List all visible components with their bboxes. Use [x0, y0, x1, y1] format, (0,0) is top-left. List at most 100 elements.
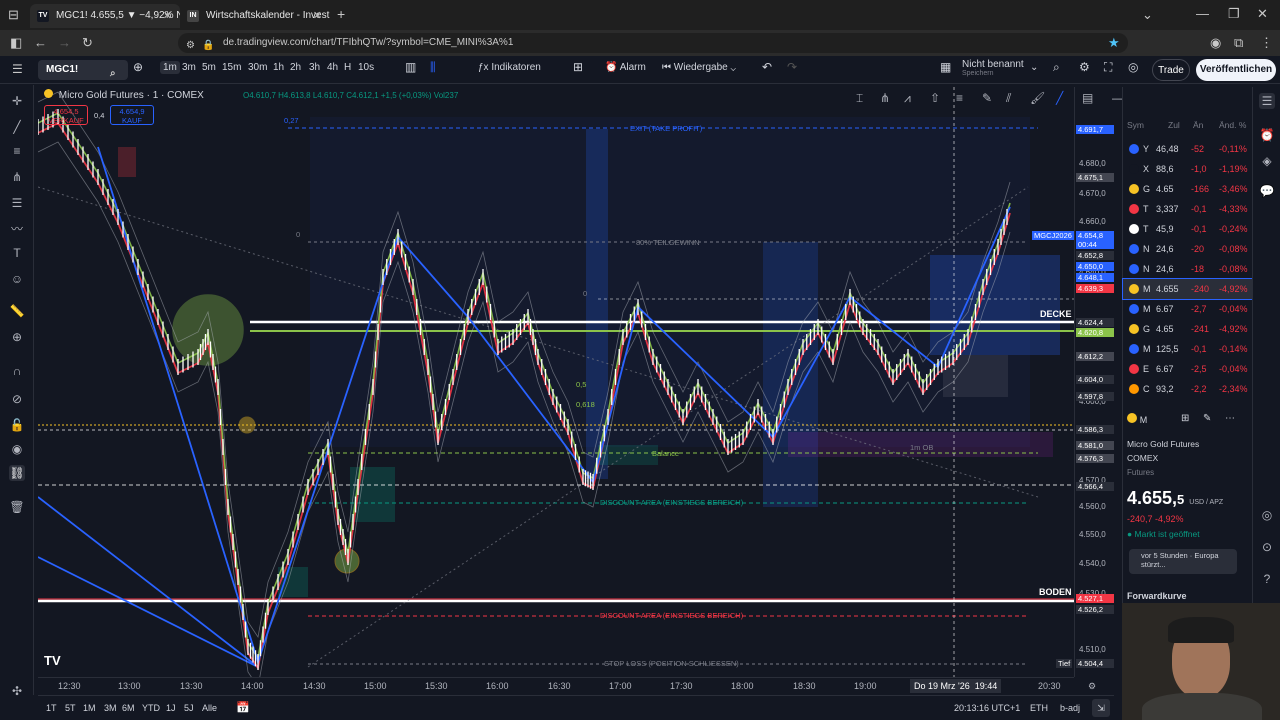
pattern-icon[interactable]: 〰 [9, 221, 25, 237]
channel-icon[interactable]: ⫽ [1006, 91, 1011, 106]
watchlist-icon[interactable]: ☰ [1259, 93, 1275, 109]
column-change[interactable]: Än [1193, 120, 1203, 130]
layout-name[interactable]: Nicht benannt Speichern [962, 59, 1024, 77]
watchlist-row[interactable]: E 6.67 -2,5 -0,04% [1123, 359, 1253, 379]
layers-icon[interactable]: ◈ [1259, 153, 1275, 169]
back-icon[interactable]: ← [34, 35, 47, 50]
settings-gear-icon[interactable]: ⚙ [1079, 60, 1090, 74]
range-button-7[interactable]: 5J [184, 703, 194, 713]
watchlist-row[interactable]: T 3,337 -0,1 -4,33% [1123, 199, 1253, 219]
line-tool-icon[interactable]: ╱ [1056, 91, 1063, 105]
undo-icon[interactable]: ↶ [762, 60, 772, 74]
grid-icon[interactable]: ⊞ [1181, 413, 1189, 424]
layout-grid-icon[interactable]: ▦ [940, 60, 951, 74]
alarm-button[interactable]: ⏰ Alarm [605, 62, 646, 73]
new-tab-button[interactable]: + [337, 6, 345, 22]
close-tab-icon[interactable]: ✕ [313, 4, 322, 28]
fork-icon[interactable]: ⋔ [880, 91, 890, 105]
trash-icon[interactable]: 🗑 [9, 499, 25, 515]
column-change-pct[interactable]: Änd. % [1219, 120, 1246, 130]
url-field[interactable]: ⚙ 🔒 de.tradingview.com/chart/TFIbhQTw/?s… [178, 33, 1128, 53]
watchlist-row[interactable]: M 125,5 -0,1 -0,14% [1123, 339, 1253, 359]
fib-icon[interactable]: ☰ [9, 195, 25, 211]
reload-icon[interactable]: ↻ [82, 35, 93, 51]
interval-1[interactable]: 3m [182, 62, 196, 73]
profile-icon[interactable]: ◉ [1210, 35, 1221, 51]
chevron-down-icon[interactable]: ⌄ [1142, 7, 1153, 23]
range-button-5[interactable]: YTD [142, 703, 160, 713]
watchlist-row[interactable]: C 93,2 -2,2 -2,34% [1123, 379, 1253, 399]
interval-10[interactable]: 10s [358, 62, 374, 73]
fullscreen-icon[interactable]: ⛶ [1104, 60, 1112, 75]
chart-legend[interactable]: Micro Gold Futures · 1 · COMEX [44, 89, 204, 101]
tv-menu-icon[interactable]: ☰ [12, 62, 23, 76]
zoom-icon[interactable]: ⊕ [9, 329, 25, 345]
quick-search-icon[interactable]: ⌕ [1053, 60, 1060, 75]
layouts-icon[interactable]: ⊞ [573, 60, 583, 74]
range-button-8[interactable]: Alle [202, 703, 217, 713]
link-icon[interactable]: ⛓ [9, 465, 25, 481]
pitchfork-icon[interactable]: ⋔ [9, 169, 25, 185]
alerts-icon[interactable]: ⏰ [1259, 127, 1275, 143]
more-icon[interactable]: ⋯ [1225, 413, 1235, 424]
browser-tab-investing[interactable]: IN Wirtschaftskalender - Investing ✕ [180, 4, 330, 28]
interval-6[interactable]: 2h [290, 62, 301, 73]
crosshair-icon[interactable]: ✛ [9, 93, 25, 109]
lock-drawings-icon[interactable]: ⊘ [9, 391, 25, 407]
compare-add-icon[interactable]: ⊕ [133, 60, 143, 74]
watchlist-row[interactable]: T 45,9 -0,1 -0,24% [1123, 219, 1253, 239]
interval-2[interactable]: 5m [202, 62, 216, 73]
watchlist-row[interactable]: G 4.65 -166 -3,46% [1123, 179, 1253, 199]
interval-8[interactable]: 4h [327, 62, 338, 73]
horizontal-lines-icon[interactable]: ≡ [9, 143, 25, 159]
forward-icon[interactable]: → [58, 35, 71, 50]
interval-4[interactable]: 30m [248, 62, 267, 73]
range-button-2[interactable]: 1M [83, 703, 96, 713]
site-info-icon[interactable]: ⚙ [186, 36, 195, 56]
eye-icon[interactable]: ◉ [9, 441, 25, 457]
magnet-icon[interactable]: ∩ [9, 363, 25, 379]
watchlist-row[interactable]: N 24,6 -20 -0,08% [1123, 239, 1253, 259]
interval-0[interactable]: 1m [160, 61, 180, 74]
watchlist-row[interactable]: N 24,6 -18 -0,08% [1123, 259, 1253, 279]
sidebar-toggle-icon[interactable]: ◧ [10, 35, 22, 51]
chat-icon[interactable]: 💬 [1259, 183, 1275, 199]
range-button-3[interactable]: 3M [104, 703, 117, 713]
time-axis[interactable]: Do 19 Mrz '26 19:44 ⚙ 12:30 13:00 13:30 14:… [38, 677, 1096, 694]
chart-canvas[interactable] [38, 87, 1074, 677]
cursor-icon[interactable]: ⌶ [856, 91, 863, 106]
scale-icon[interactable]: ⇲ [1092, 699, 1110, 717]
emoji-icon[interactable]: ☺ [9, 271, 25, 287]
text-tool-icon[interactable]: T [9, 245, 25, 261]
publish-button[interactable]: Veröffentlichen [1196, 59, 1276, 81]
price-axis[interactable]: 4.680,04.670,04.660,04.640,04.600,04.570… [1074, 87, 1114, 677]
ruler-icon[interactable]: 📏 [9, 303, 25, 319]
interval-3[interactable]: 15m [222, 62, 241, 73]
watchlist-row[interactable]: M 4.655 -240 -4,92% [1122, 278, 1254, 300]
session-button[interactable]: ETH [1030, 703, 1048, 713]
watchlist-row[interactable]: M 6.67 -2,7 -0,04% [1123, 299, 1253, 319]
watchlist-row[interactable]: X 88,6 -1,0 -1,19% [1123, 159, 1253, 179]
interval-5[interactable]: 1h [273, 62, 284, 73]
bookmark-star-icon[interactable]: ★ [1108, 35, 1120, 51]
interval-9[interactable]: H [344, 62, 351, 73]
buy-button[interactable]: 4.654,9 KAUF [110, 105, 154, 125]
close-tab-icon[interactable]: ✕ [163, 4, 172, 28]
symbol-search-button[interactable]: MGC1! ⌕ [38, 60, 128, 80]
indicators-button[interactable]: ƒx Indikatoren [478, 62, 541, 73]
chart-type-icon[interactable]: ▥ [405, 60, 416, 74]
edit-icon[interactable]: ✎ [1203, 413, 1211, 424]
brush-icon[interactable]: 🖌 [1030, 91, 1045, 105]
adjustment-button[interactable]: b-adj [1060, 703, 1080, 713]
target-icon[interactable]: ◎ [1259, 507, 1275, 523]
calendar-icon[interactable]: 📅 [236, 701, 250, 714]
price-chart[interactable]: Micro Gold Futures · 1 · COMEX O4.610,7 … [38, 87, 1074, 677]
range-button-1[interactable]: 5T [65, 703, 76, 713]
axis-settings-icon[interactable]: ⚙ [1088, 681, 1096, 692]
ideas-icon[interactable]: ⊙ [1259, 539, 1275, 555]
watchlist-row[interactable]: Y 46,48 -52 -0,11% [1123, 139, 1253, 159]
close-window-icon[interactable]: ✕ [1257, 6, 1268, 22]
candle-style-icon[interactable]: ⫼ [430, 60, 436, 75]
trendline-icon[interactable]: ╱ [9, 119, 25, 135]
browser-menu-icon[interactable]: ⊟ [8, 7, 19, 23]
